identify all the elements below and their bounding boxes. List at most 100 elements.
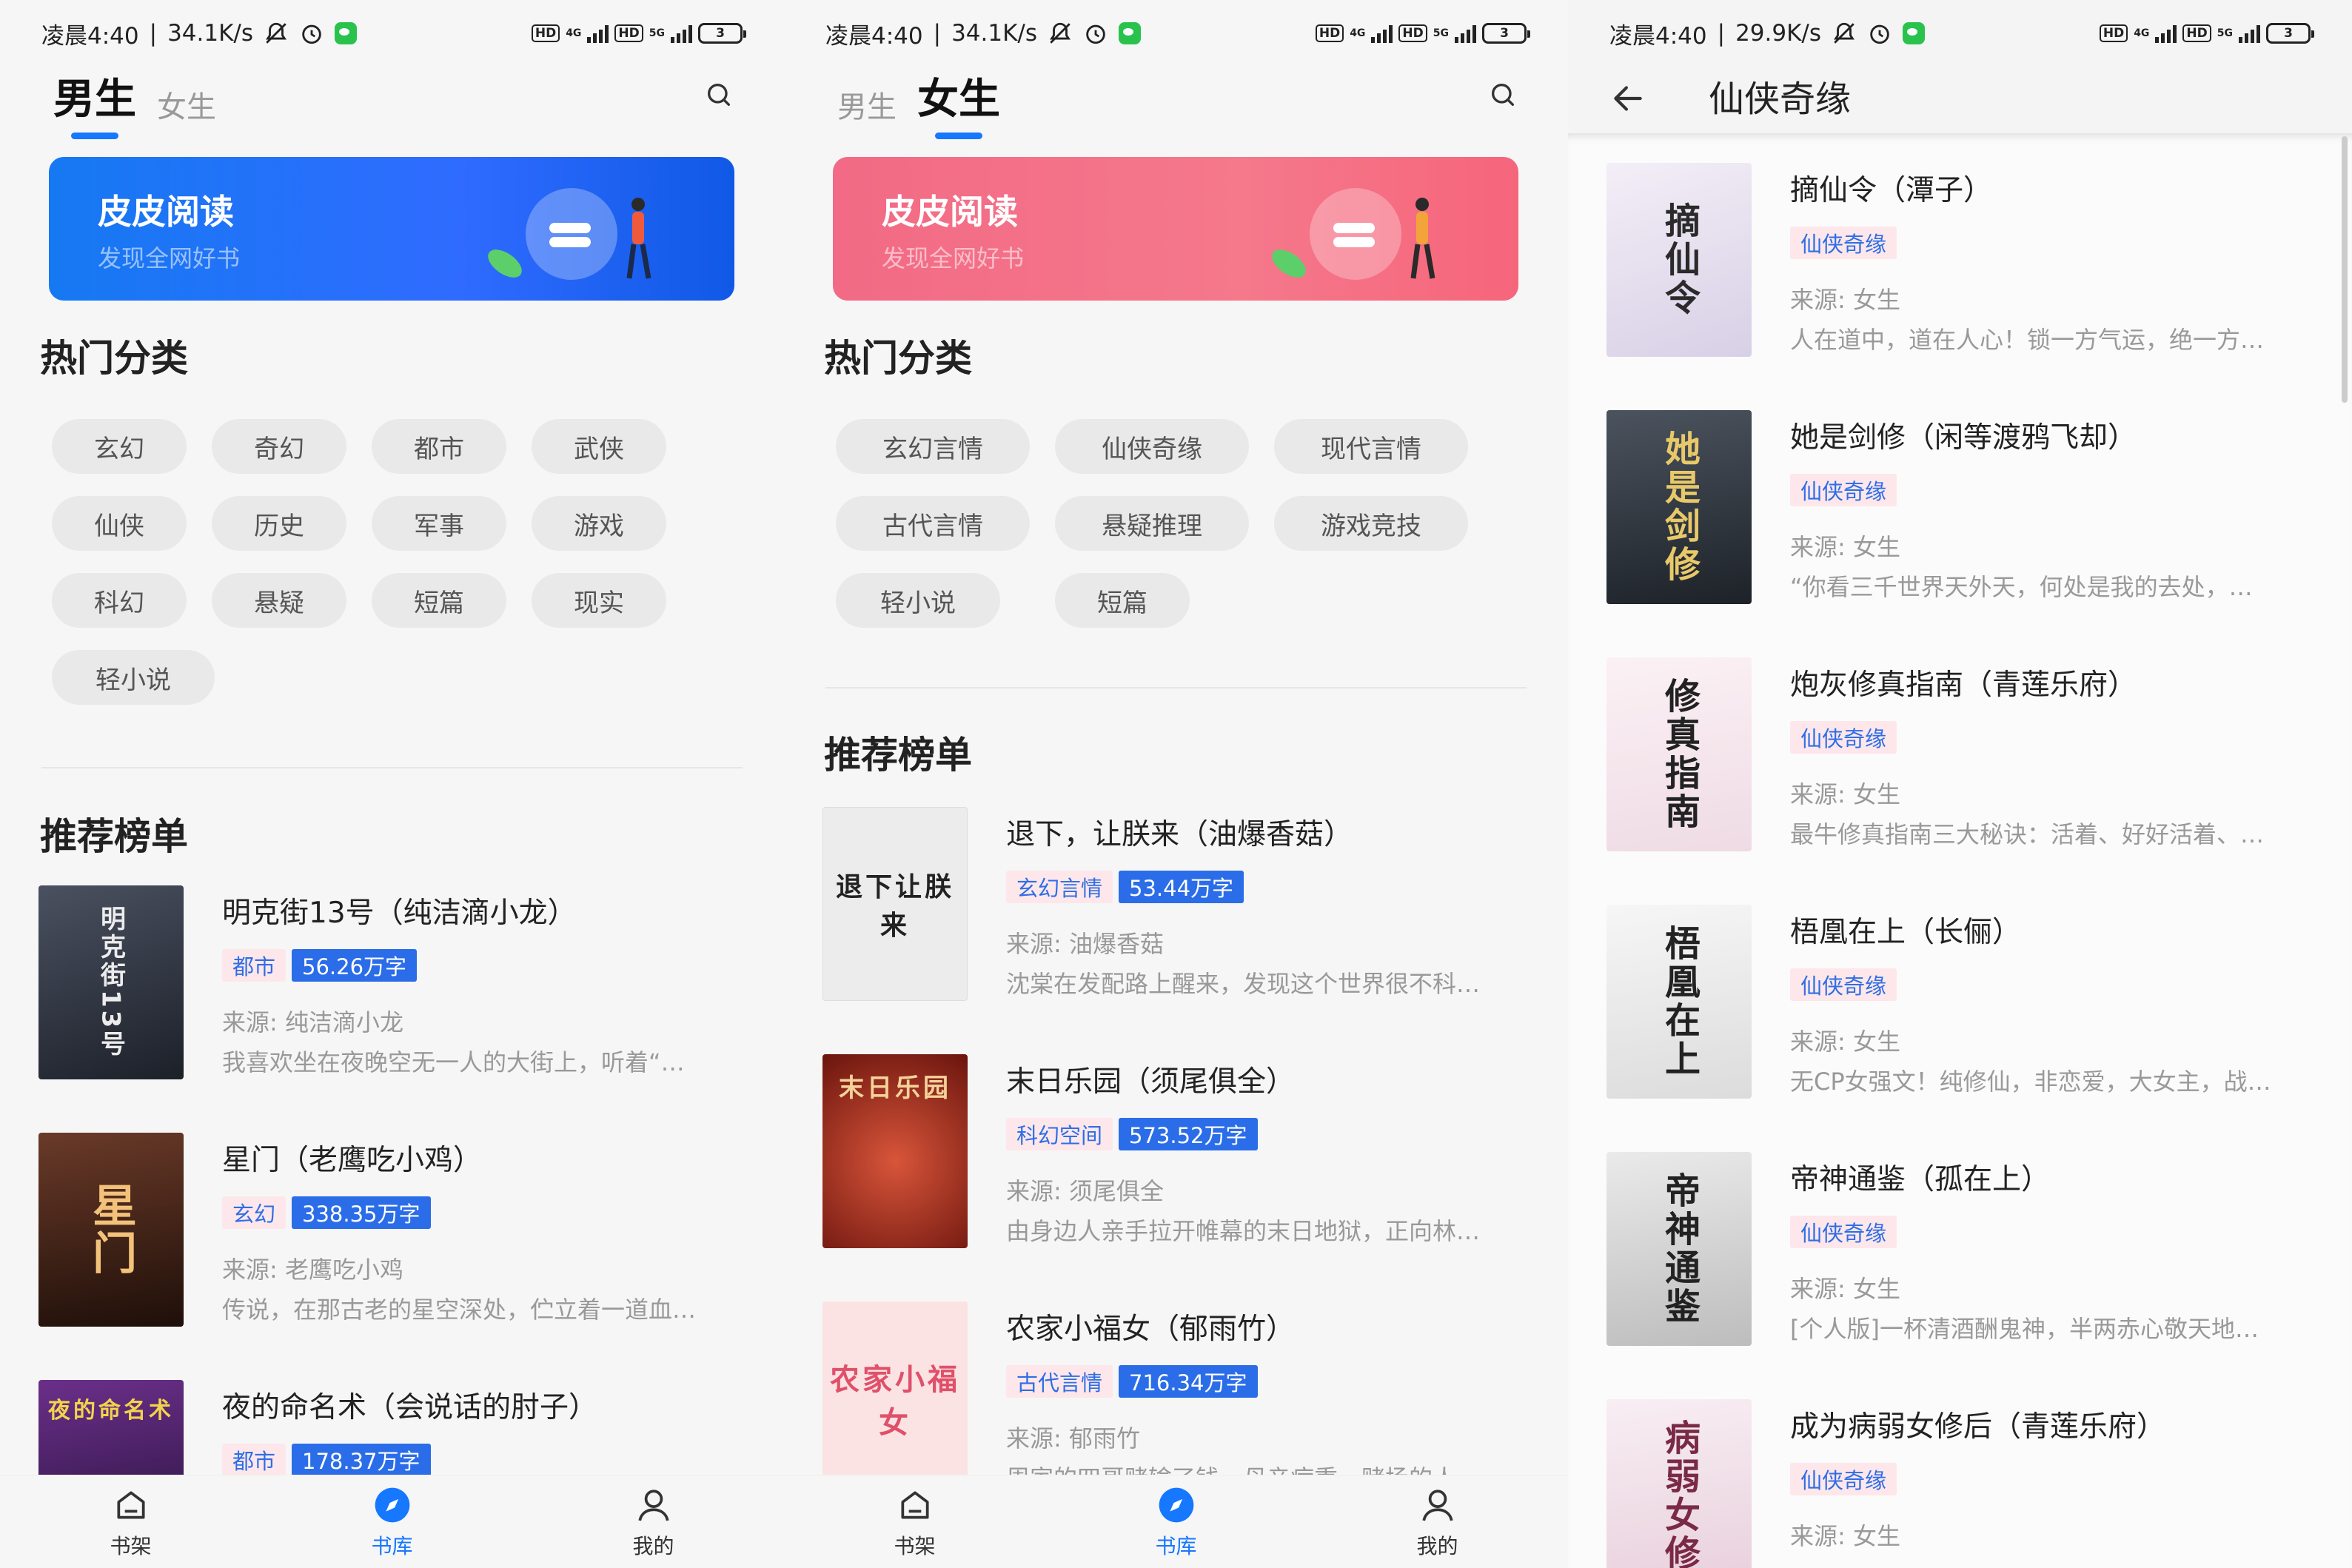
wechat-icon <box>1903 22 1926 44</box>
book-tags: 科幻空间 573.52万字 <box>1006 1118 1258 1150</box>
status-speed: 34.1K/s <box>951 20 1038 47</box>
scrollbar[interactable] <box>2342 136 2348 403</box>
bottom-nav: 书架 书库 我的 <box>0 1475 784 1568</box>
book-item[interactable]: 星门 星门（老鹰吃小鸡） 玄幻 338.35万字 来源: 老鹰吃小鸡 传说，在那… <box>38 1133 754 1327</box>
tab-male[interactable]: 男生 <box>53 66 136 139</box>
book-category-tag: 仙侠奇缘 <box>1790 721 1897 754</box>
search-icon[interactable] <box>1482 74 1524 115</box>
book-category-tag: 仙侠奇缘 <box>1790 1216 1897 1248</box>
hot-categories-title: 热门分类 <box>40 337 188 380</box>
book-tags: 玄幻 338.35万字 <box>222 1196 431 1229</box>
category-chip[interactable]: 短篇 <box>1055 573 1190 628</box>
category-chip[interactable]: 仙侠 <box>52 496 187 551</box>
book-desc: 人在道中，道在人心！锁一方气运，绝一方… <box>1790 326 2265 354</box>
book-item[interactable]: 农家小福女 农家小福女（郁雨竹） 古代言情 716.34万字 来源: 郁雨竹 周… <box>822 1301 1538 1495</box>
promo-banner[interactable]: 皮皮阅读 发现全网好书 <box>833 157 1518 301</box>
book-item[interactable]: 病弱女修 成为病弱女修后（青莲乐府） 仙侠奇缘 来源: 女生 <box>1606 1399 2322 1568</box>
book-item[interactable]: 明克街13号 明克街13号（纯洁滴小龙） 都市 56.26万字 来源: 纯洁滴小… <box>38 885 754 1079</box>
book-category-tag: 仙侠奇缘 <box>1790 1463 1897 1495</box>
book-category-tag: 科幻空间 <box>1006 1118 1113 1150</box>
net-5g: 5G <box>2217 27 2233 39</box>
book-desc: 沈棠在发配路上醒来，发现这个世界很不科… <box>1006 970 1481 998</box>
alarm-icon <box>1083 21 1108 46</box>
battery-icon: 3 <box>1482 23 1530 44</box>
status-speed: 34.1K/s <box>167 20 254 47</box>
back-arrow-icon[interactable] <box>1602 73 1654 124</box>
category-chip[interactable]: 奇幻 <box>212 419 346 474</box>
category-chip[interactable]: 悬疑推理 <box>1055 496 1249 551</box>
book-category-tag: 都市 <box>222 1444 287 1476</box>
book-tags: 都市 178.37万字 <box>222 1444 431 1476</box>
category-chip[interactable]: 现代言情 <box>1274 419 1468 474</box>
category-chip[interactable]: 现实 <box>532 573 666 628</box>
user-icon <box>633 1484 674 1526</box>
signal-icon <box>1371 24 1393 43</box>
section-divider <box>41 767 743 768</box>
tab-female[interactable]: 女生 <box>157 83 216 139</box>
nav-bookshelf[interactable]: 书架 <box>856 1484 974 1560</box>
book-tags: 仙侠奇缘 <box>1790 227 1897 259</box>
nav-mine[interactable]: 我的 <box>1378 1484 1497 1560</box>
category-chip[interactable]: 游戏 <box>532 496 666 551</box>
book-category-tag: 玄幻 <box>222 1196 287 1229</box>
category-chip[interactable]: 武侠 <box>532 419 666 474</box>
category-chip[interactable]: 军事 <box>372 496 506 551</box>
tab-male[interactable]: 男生 <box>837 83 897 139</box>
book-cover: 她是剑修 <box>1606 410 1752 604</box>
category-chip[interactable]: 轻小说 <box>52 650 215 705</box>
category-chip[interactable]: 科幻 <box>52 573 187 628</box>
nav-bookshelf[interactable]: 书架 <box>72 1484 190 1560</box>
hd-badge-2: HD <box>2182 24 2211 42</box>
net-5g: 5G <box>649 27 665 39</box>
category-chip[interactable]: 古代言情 <box>836 496 1030 551</box>
status-bar: 凌晨4:40 | 34.1K/s HD 4G HD 5G 3 <box>784 0 1568 67</box>
book-cover: 农家小福女 <box>822 1301 968 1495</box>
category-chip[interactable]: 悬疑 <box>212 573 346 628</box>
banner-subtitle: 发现全网好书 <box>882 244 1025 272</box>
promo-banner[interactable]: 皮皮阅读 发现全网好书 <box>49 157 734 301</box>
book-item[interactable]: 帝神通鉴 帝神通鉴（孤在上） 仙侠奇缘 来源: 女生 [个人版]一杯清酒酬鬼神，… <box>1606 1152 2322 1346</box>
search-icon[interactable] <box>698 74 740 115</box>
nav-label: 书库 <box>1155 1533 1197 1558</box>
nav-library[interactable]: 书库 <box>333 1484 452 1560</box>
book-desc: 由身边人亲手拉开帷幕的末日地狱，正向林… <box>1006 1217 1481 1245</box>
category-chip[interactable]: 玄幻 <box>52 419 187 474</box>
category-chip[interactable]: 历史 <box>212 496 346 551</box>
book-category-tag: 仙侠奇缘 <box>1790 227 1897 259</box>
category-chip[interactable]: 轻小说 <box>836 573 1000 628</box>
nav-library[interactable]: 书库 <box>1117 1484 1236 1560</box>
bottom-nav: 书架 书库 我的 <box>784 1475 1568 1568</box>
book-cover: 明克街13号 <box>38 885 184 1079</box>
category-chip[interactable]: 玄幻言情 <box>836 419 1030 474</box>
signal-icon-2 <box>671 24 692 43</box>
category-chip[interactable]: 短篇 <box>372 573 506 628</box>
book-cover: 摘仙令 <box>1606 163 1752 357</box>
book-title: 帝神通鉴（孤在上） <box>1790 1163 2051 1196</box>
tab-female[interactable]: 女生 <box>917 66 1000 139</box>
book-desc: 无CP女强文！纯修仙，非恋爱，大女主，战… <box>1790 1068 2271 1096</box>
book-item[interactable]: 末日乐园 末日乐园（须尾俱全） 科幻空间 573.52万字 来源: 须尾俱全 由… <box>822 1054 1538 1248</box>
status-time: 凌晨4:40 <box>825 22 923 50</box>
book-item[interactable]: 她是剑修 她是剑修（闲等渡鸦飞却） 仙侠奇缘 来源: 女生 “你看三千世界天外天… <box>1606 410 2322 604</box>
stage: 凌晨4:40 | 34.1K/s HD 4G HD 5G 3 男生 女生 皮皮阅… <box>0 0 2352 1568</box>
category-chip[interactable]: 游戏竞技 <box>1274 496 1468 551</box>
book-item[interactable]: 梧凰在上 梧凰在上（长俪） 仙侠奇缘 来源: 女生 无CP女强文！纯修仙，非恋爱… <box>1606 905 2322 1099</box>
nav-mine[interactable]: 我的 <box>594 1484 713 1560</box>
banner-subtitle: 发现全网好书 <box>98 244 241 272</box>
bookshelf-icon <box>110 1484 152 1526</box>
book-item[interactable]: 摘仙令 摘仙令（潭子） 仙侠奇缘 来源: 女生 人在道中，道在人心！锁一方气运，… <box>1606 163 2322 357</box>
category-chip[interactable]: 都市 <box>372 419 506 474</box>
hd-badge-2: HD <box>1398 24 1427 42</box>
category-chip[interactable]: 仙侠奇缘 <box>1055 419 1249 474</box>
book-item[interactable]: 修真指南 炮灰修真指南（青莲乐府） 仙侠奇缘 来源: 女生 最牛修真指南三大秘诀… <box>1606 657 2322 851</box>
mute-icon <box>1048 21 1073 46</box>
nav-label: 我的 <box>632 1533 674 1558</box>
book-source: 来源: 郁雨竹 <box>1006 1424 1140 1453</box>
book-desc: 我喜欢坐在夜晚空无一人的大街上，听着“… <box>222 1048 685 1076</box>
book-tags: 古代言情 716.34万字 <box>1006 1365 1258 1398</box>
book-item[interactable]: 退下让朕来 退下，让朕来（油爆香菇） 玄幻言情 53.44万字 来源: 油爆香菇… <box>822 807 1538 1001</box>
book-source: 来源: 女生 <box>1790 533 1900 561</box>
hd-badge-2: HD <box>614 24 643 42</box>
book-words-tag: 178.37万字 <box>292 1444 431 1476</box>
cover-text: 星门 <box>84 1182 137 1277</box>
